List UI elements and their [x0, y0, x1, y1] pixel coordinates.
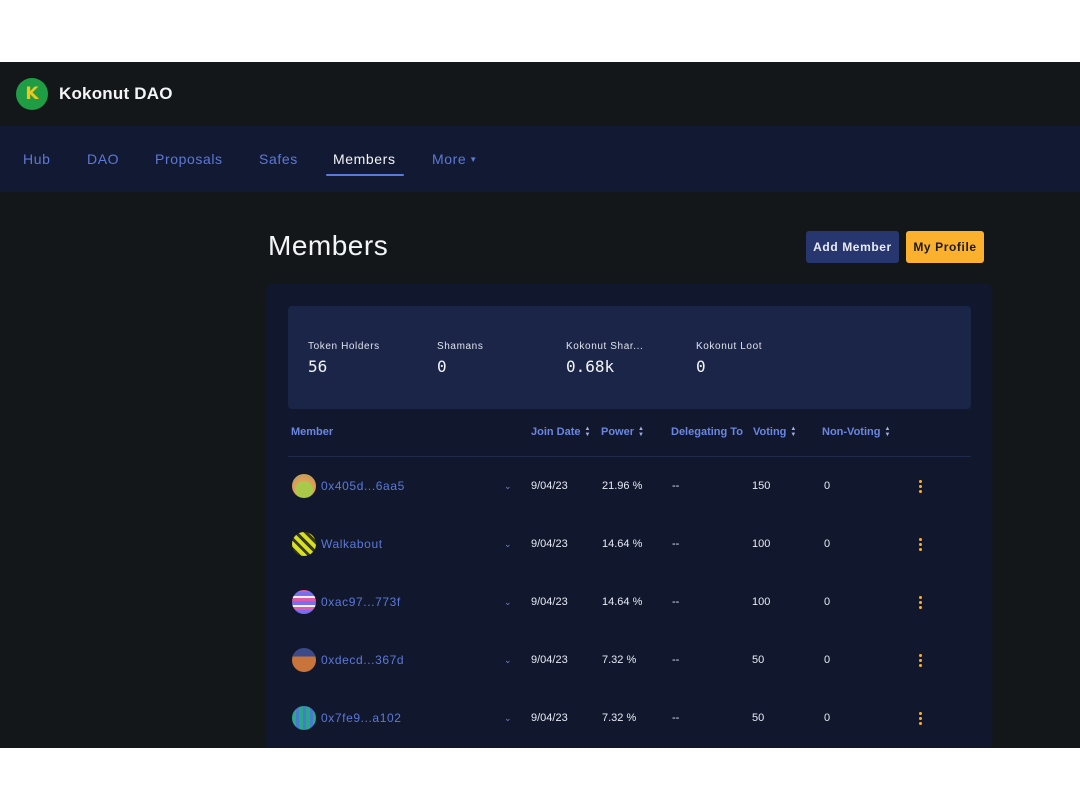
sort-arrows-icon[interactable]: ▲ ▼ [884, 426, 890, 438]
kebab-menu-icon[interactable] [916, 689, 924, 747]
avatar[interactable] [292, 706, 316, 730]
chevron-down-icon[interactable]: ⌄ [504, 573, 512, 631]
voting: 50 [752, 712, 765, 724]
table-row[interactable]: 0xac97...773f ⌄ 9/04/23 14.64 % -- 100 0 [288, 573, 971, 631]
column-header-label: Non-Voting [822, 426, 881, 438]
member-address-link[interactable]: 0xdecd...367d [321, 631, 404, 689]
kokonut-logo-icon[interactable]: K [16, 78, 48, 110]
delegating-to: -- [672, 480, 680, 492]
power: 14.64 % [602, 538, 643, 550]
avatar[interactable] [292, 474, 316, 498]
join-date: 9/04/23 [531, 480, 568, 492]
non-voting: 0 [824, 596, 831, 608]
join-date: 9/04/23 [531, 712, 568, 724]
app-title: Kokonut DAO [59, 84, 173, 103]
sort-arrows-icon[interactable]: ▲ ▼ [790, 426, 796, 438]
app-window: K Kokonut DAO Hub DAO Proposals Safes Me… [0, 62, 1080, 748]
member-name-link[interactable]: Walkabout [321, 515, 383, 573]
column-header-member: Member [291, 426, 334, 438]
voting: 100 [752, 596, 771, 608]
column-header-label: Power [601, 426, 635, 438]
kebab-menu-icon[interactable] [916, 631, 924, 689]
non-voting: 0 [824, 480, 831, 492]
my-profile-button[interactable]: My Profile [906, 231, 984, 263]
nav-item-proposals[interactable]: Proposals [155, 126, 223, 192]
avatar[interactable] [292, 532, 316, 556]
column-header-voting[interactable]: Voting ▲ ▼ [753, 426, 796, 438]
nav-item-members[interactable]: Members [333, 126, 396, 192]
voting: 50 [752, 654, 765, 666]
avatar[interactable] [292, 648, 316, 672]
kebab-menu-icon[interactable] [916, 457, 924, 515]
column-header-label: Voting [753, 426, 787, 438]
stat-label: Kokonut Shar... [566, 341, 644, 352]
non-voting: 0 [824, 712, 831, 724]
logo-letter: K [25, 83, 39, 104]
non-voting: 0 [824, 654, 831, 666]
voting: 150 [752, 480, 771, 492]
chevron-down-icon[interactable]: ⌄ [504, 515, 512, 573]
active-tab-indicator [326, 174, 404, 176]
power: 14.64 % [602, 596, 643, 608]
nav-item-more-label: More [432, 151, 467, 167]
top-bar: K Kokonut DAO [0, 62, 1080, 126]
stat-token-holders: Token Holders 56 [308, 341, 380, 376]
stat-kokonut-shares: Kokonut Shar... 0.68k [566, 341, 643, 376]
member-address-link[interactable]: 0x405d...6aa5 [321, 457, 405, 515]
kebab-menu-icon[interactable] [916, 573, 924, 631]
join-date: 9/04/23 [531, 596, 568, 608]
stats-card: Token Holders 56 Shamans 0 Kokonut Shar.… [288, 306, 971, 409]
avatar[interactable] [292, 590, 316, 614]
stat-value: 0 [437, 357, 447, 376]
member-address-link[interactable]: 0xac97...773f [321, 573, 401, 631]
column-header-non-voting[interactable]: Non-Voting ▲ ▼ [822, 426, 890, 438]
stat-value: 0.68k [566, 357, 615, 376]
delegating-to: -- [672, 538, 680, 550]
add-member-button[interactable]: Add Member [806, 231, 899, 263]
table-row[interactable]: 0x7fe9...a102 ⌄ 9/04/23 7.32 % -- 50 0 [288, 689, 971, 747]
nav-item-safes[interactable]: Safes [259, 126, 298, 192]
delegating-to: -- [672, 712, 680, 724]
table-row[interactable]: Walkabout ⌄ 9/04/23 14.64 % -- 100 0 [288, 515, 971, 573]
delegating-to: -- [672, 654, 680, 666]
kebab-menu-icon[interactable] [916, 515, 924, 573]
nav-item-hub[interactable]: Hub [23, 126, 50, 192]
join-date: 9/04/23 [531, 654, 568, 666]
table-row[interactable]: 0xdecd...367d ⌄ 9/04/23 7.32 % -- 50 0 [288, 631, 971, 689]
main-nav: Hub DAO Proposals Safes Members More ▼ [0, 126, 1080, 192]
column-header-join-date[interactable]: Join Date ▲ ▼ [531, 426, 590, 438]
voting: 100 [752, 538, 771, 550]
stat-value: 56 [308, 357, 328, 376]
stat-kokonut-loot: Kokonut Loot 0 [696, 341, 762, 376]
member-address-link[interactable]: 0x7fe9...a102 [321, 689, 402, 747]
chevron-down-icon[interactable]: ⌄ [504, 689, 512, 747]
stat-label: Kokonut Loot [696, 341, 763, 352]
column-header-power[interactable]: Power ▲ ▼ [601, 426, 644, 438]
nav-item-more[interactable]: More ▼ [432, 126, 478, 192]
nav-item-dao[interactable]: DAO [87, 126, 119, 192]
sort-arrows-icon[interactable]: ▲ ▼ [638, 426, 644, 438]
stat-value: 0 [696, 357, 706, 376]
column-header-label: Join Date [531, 426, 581, 438]
stat-label: Shamans [437, 341, 484, 352]
join-date: 9/04/23 [531, 538, 568, 550]
power: 7.32 % [602, 654, 637, 666]
power: 7.32 % [602, 712, 637, 724]
non-voting: 0 [824, 538, 831, 550]
delegating-to: -- [672, 596, 680, 608]
page-title: Members [268, 230, 389, 261]
chevron-down-icon[interactable]: ⌄ [504, 631, 512, 689]
power: 21.96 % [602, 480, 643, 492]
chevron-down-icon: ▼ [469, 154, 478, 164]
table-row[interactable]: 0x405d...6aa5 ⌄ 9/04/23 21.96 % -- 150 0 [288, 457, 971, 515]
chevron-down-icon[interactable]: ⌄ [504, 457, 512, 515]
stat-shamans: Shamans 0 [437, 341, 483, 376]
column-header-delegating-to: Delegating To [671, 426, 743, 438]
stat-label: Token Holders [308, 341, 380, 352]
sort-arrows-icon[interactable]: ▲ ▼ [585, 426, 591, 438]
